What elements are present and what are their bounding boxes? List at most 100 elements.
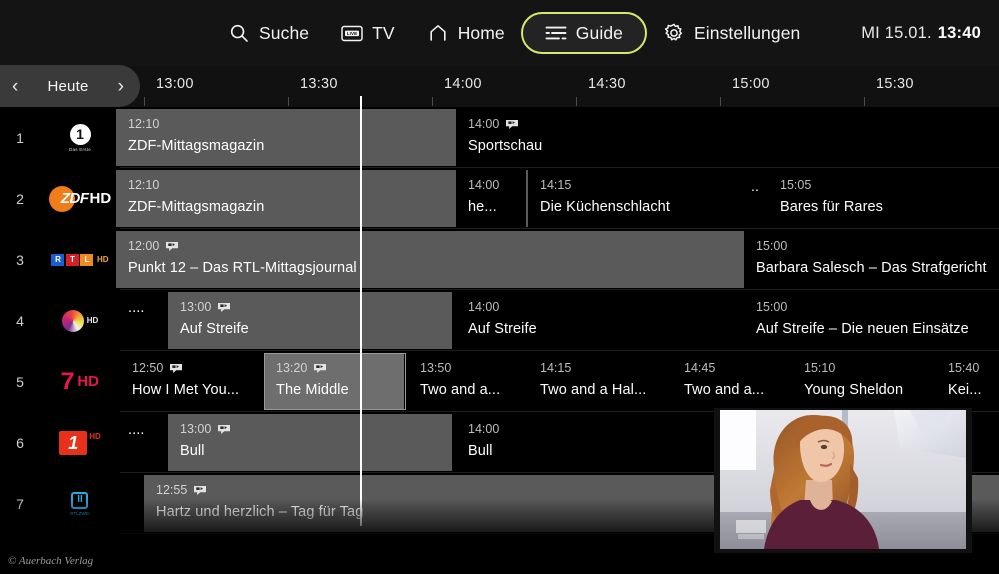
program-start-time: 15:40 <box>948 361 980 375</box>
nav-item-einstellungen[interactable]: Einstellungen <box>647 12 816 54</box>
watermark: © Auerbach Verlag <box>8 555 94 567</box>
program-cell[interactable]: 14:45 Two and a... <box>672 353 790 410</box>
nav-item-label: Guide <box>575 23 623 44</box>
nav-item-home[interactable]: Home <box>411 12 521 54</box>
timeline-bar: 13:00 13:30 14:00 14:30 15:00 15:30 ‹ Heute › <box>0 65 999 107</box>
program-time-row: 14:45 <box>684 362 778 375</box>
channel-number: 1 <box>16 129 24 146</box>
program-title: How I Met You... <box>132 382 240 398</box>
replay-icon <box>505 119 519 130</box>
timeline-tick-label: 13:30 <box>300 76 338 92</box>
epg-row: 5 7 HD 12:50 How I Met You... 13:20 The Middle… <box>0 351 999 412</box>
program-time-row: 14:00 <box>468 179 514 192</box>
prev-day-button[interactable]: ‹ <box>12 77 18 96</box>
svg-text:LIVE: LIVE <box>347 31 358 36</box>
program-cell[interactable]: .. <box>744 170 766 227</box>
program-cell[interactable]: 14:15 Two and a Hal... <box>528 353 670 410</box>
nav-item-tv[interactable]: LIVE TV <box>325 12 411 54</box>
ard-logo: 1 Das Erste <box>40 107 120 168</box>
program-title: Two and a Hal... <box>540 382 647 398</box>
timeline-tick-mark <box>576 97 577 106</box>
channel-number: 2 <box>16 190 24 207</box>
program-cell[interactable]: 14:15 Die Küchenschlacht <box>528 170 742 227</box>
timeline-tick: 13:30 <box>288 75 338 106</box>
program-time-row: 13:00 <box>180 301 442 314</box>
nav-item-label: Home <box>457 23 505 44</box>
channel-cell[interactable]: 4 HD <box>0 290 120 351</box>
program-cell[interactable]: 13:20 The Middle <box>264 353 406 410</box>
channel-cell[interactable]: 5 7 HD <box>0 351 120 412</box>
channel-number: 7 <box>16 495 24 512</box>
nav-item-suche[interactable]: Suche <box>212 12 325 54</box>
program-start-time: 14:45 <box>684 361 716 375</box>
channel-cell[interactable]: 2 ZDF HD <box>0 168 120 229</box>
program-title: Kei... <box>948 382 982 398</box>
program-time-row: 13:00 <box>180 423 442 436</box>
program-cell[interactable]: 15:40 Kei... <box>936 353 999 410</box>
channel-number: 6 <box>16 434 24 451</box>
timeline-tick: 14:30 <box>576 75 626 106</box>
program-cell[interactable]: 13:00 Bull <box>168 414 454 471</box>
next-day-button[interactable]: › <box>118 77 124 96</box>
program-title: he... <box>468 199 497 215</box>
program-cell[interactable]: 14:00 Sportschau <box>456 109 999 166</box>
program-cell[interactable]: 14:00 he... <box>456 170 526 227</box>
program-track: 12:50 How I Met You... 13:20 The Middle 13:5… <box>120 351 999 412</box>
program-start-time: 13:50 <box>420 361 452 375</box>
program-title: Die Küchenschlacht <box>540 199 670 215</box>
program-cell[interactable]: 14:00 Auf Streife <box>456 292 742 349</box>
program-track: .... 13:00 Auf Streife 14:00 Auf Streife 15:0… <box>116 290 999 351</box>
epg-row: 4 HD.... 13:00 Auf Streife 14:00 Auf Streife 1… <box>0 290 999 351</box>
program-time-row: 13:50 <box>420 362 514 375</box>
program-title: The Middle <box>276 382 349 398</box>
timeline-tick-label: 15:30 <box>876 76 914 92</box>
program-time-row: 14:00 <box>468 301 730 314</box>
timeline-tick-mark <box>720 97 721 106</box>
program-cell[interactable]: 15:05 Bares für Rares <box>768 170 999 227</box>
timeline-tick-label: 14:30 <box>588 76 626 92</box>
timeline-tick-mark <box>144 97 145 106</box>
program-start-time: 14:15 <box>540 361 572 375</box>
epg-row: 2 ZDF HD 12:10 ZDF-Mittagsmagazin 14:00 he... 1… <box>0 168 999 229</box>
gear-icon <box>663 22 685 44</box>
program-cell[interactable]: 13:50 Two and a... <box>408 353 526 410</box>
program-cell[interactable]: 15:00 Auf Streife – Die neuen Einsätze <box>744 292 999 349</box>
channel-number: 4 <box>16 312 24 329</box>
program-start-time: 14:00 <box>468 178 500 192</box>
program-start-time: 12:10 <box>128 178 160 192</box>
nav-item-label: Suche <box>259 23 310 44</box>
program-cell[interactable]: 15:10 Young Sheldon <box>792 353 934 410</box>
replay-icon <box>193 485 207 496</box>
search-icon <box>228 22 250 44</box>
date-selector[interactable]: ‹ Heute › <box>0 65 140 107</box>
sat1-logo: HD <box>40 290 120 351</box>
program-time-row: 14:15 <box>540 362 658 375</box>
nav-item-guide[interactable]: Guide <box>520 12 647 54</box>
channel-cell[interactable]: 7 II RTLZWEI <box>0 473 120 534</box>
channel-number: 5 <box>16 373 24 390</box>
channel-cell[interactable]: 1 1 Das Erste <box>0 107 120 168</box>
timeline-tick-mark <box>288 97 289 106</box>
clock-date: MI 15.01. <box>861 23 932 42</box>
program-title: Barbara Salesch – Das Strafgericht <box>756 260 987 276</box>
timeline-tick-label: 13:00 <box>156 76 194 92</box>
program-cell[interactable]: 15:00 Barbara Salesch – Das Strafgericht <box>744 231 999 288</box>
date-selector-label: Heute <box>47 77 89 95</box>
replay-icon <box>165 241 179 252</box>
picture-in-picture-preview[interactable] <box>714 408 972 553</box>
channel-cell[interactable]: 6 1 HD <box>0 412 120 473</box>
program-cell[interactable]: 12:50 How I Met You... <box>120 353 262 410</box>
clock: MI 15.01. 13:40 <box>861 0 981 66</box>
tv-guide-screen: Suche LIVE TV Home Guide Einstellungen M… <box>0 0 999 574</box>
program-time-row: 15:40 <box>948 362 989 375</box>
program-track: 12:10 ZDF-Mittagsmagazin 14:00 Sportschau <box>116 107 999 168</box>
zdf-logo: ZDF HD <box>40 168 120 229</box>
epg-row: 1 1 Das Erste 12:10 ZDF-Mittagsmagazin 14:00 S… <box>0 107 999 168</box>
program-cell[interactable]: 13:00 Auf Streife <box>168 292 454 349</box>
rtl2-logo: II RTLZWEI <box>40 473 120 534</box>
program-start-time: 15:00 <box>756 300 788 314</box>
pip-video-frame <box>714 408 972 553</box>
guide-icon <box>545 22 567 44</box>
clock-time: 13:40 <box>937 23 981 42</box>
channel-cell[interactable]: 3 R T L HD <box>0 229 120 290</box>
